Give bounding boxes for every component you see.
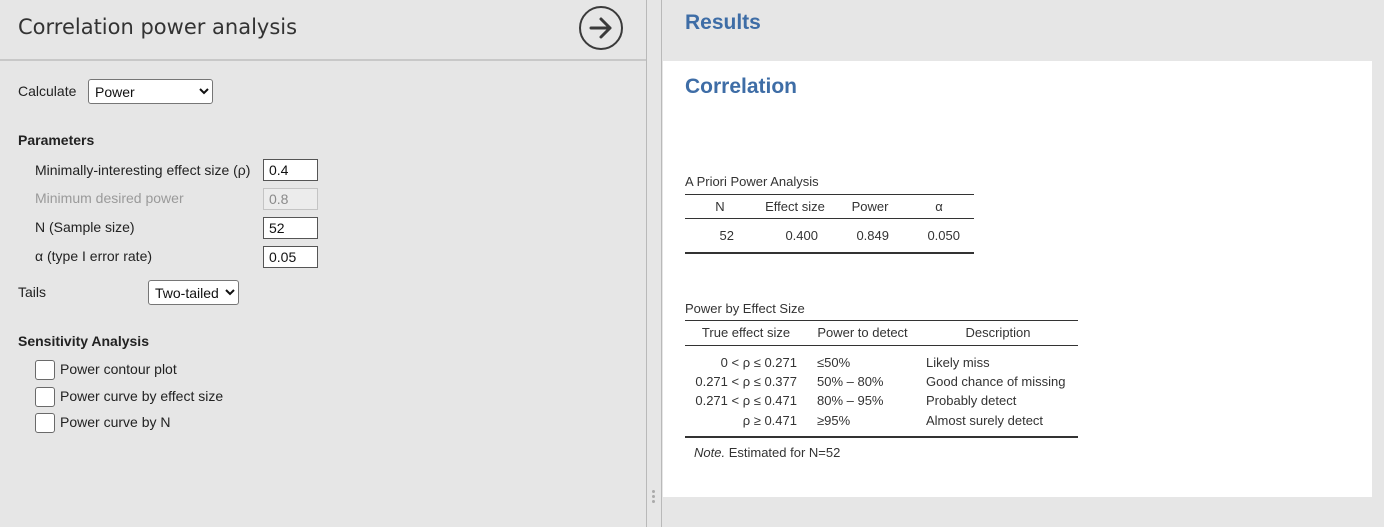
- results-title: Results: [685, 11, 761, 34]
- row-power-range: ≥95%: [817, 413, 851, 428]
- apriori-cell-effect-size: 0.400: [785, 228, 818, 243]
- power-contour-label: Power contour plot: [60, 361, 177, 377]
- options-header: Correlation power analysis: [0, 0, 646, 61]
- alpha-input[interactable]: [263, 246, 318, 268]
- options-panel: Correlation power analysis Calculate NPo…: [0, 0, 646, 527]
- apriori-header-n: N: [715, 199, 725, 214]
- row-power-range: 50% – 80%: [817, 374, 884, 389]
- apriori-cell-n: 52: [719, 228, 734, 243]
- apriori-header-alpha: α: [935, 199, 943, 214]
- note-label: Note.: [694, 445, 726, 460]
- sample-size-input[interactable]: [263, 217, 318, 239]
- power-by-effect-bottom-rule: [685, 436, 1078, 438]
- power-curve-n-checkbox[interactable]: [35, 413, 55, 433]
- min-power-input: [263, 188, 318, 210]
- power-contour-checkbox[interactable]: [35, 360, 55, 380]
- apriori-header-rule: [685, 218, 974, 219]
- row-description: Almost surely detect: [926, 413, 1044, 428]
- effect-size-input[interactable]: [263, 159, 318, 181]
- panel-title: Correlation power analysis: [18, 15, 298, 39]
- section-title: Correlation: [685, 75, 798, 98]
- arrow-right-circle-icon: [589, 17, 612, 39]
- apriori-cell-power: 0.849: [856, 228, 889, 243]
- results-card: Correlation A Priori Power Analysis N Ef…: [663, 61, 1372, 497]
- apriori-top-rule: [685, 194, 974, 195]
- note-text: Estimated for N=52: [728, 445, 841, 460]
- table-note: Note. Estimated for N=52: [694, 445, 840, 460]
- tails-label: Tails: [18, 284, 47, 300]
- calculate-label: Calculate: [18, 83, 77, 99]
- apriori-bottom-rule: [685, 252, 974, 254]
- row-effect-range: ρ ≥ 0.471: [742, 413, 797, 428]
- power-by-effect-header-rule: [685, 345, 1078, 346]
- apriori-table-title: A Priori Power Analysis: [685, 174, 819, 189]
- parameters-heading: Parameters: [18, 132, 95, 148]
- row-description: Likely miss: [926, 355, 990, 370]
- header-power-to-detect: Power to detect: [817, 325, 908, 340]
- row-power-range: 80% – 95%: [817, 393, 884, 408]
- sample-size-label: N (Sample size): [35, 219, 135, 235]
- tails-select[interactable]: Two-tailedOne-tailed: [148, 280, 239, 305]
- calculate-select[interactable]: NPowerEffect size: [88, 79, 213, 104]
- alpha-label: α (type I error rate): [35, 248, 153, 264]
- apriori-header-effect-size: Effect size: [765, 199, 825, 214]
- sensitivity-heading: Sensitivity Analysis: [18, 333, 149, 349]
- apriori-header-power: Power: [851, 199, 889, 214]
- panel-resize-divider[interactable]: [646, 0, 662, 527]
- row-description: Probably detect: [926, 393, 1017, 408]
- power-by-effect-top-rule: [685, 320, 1078, 321]
- row-description: Good chance of missing: [926, 374, 1066, 389]
- row-effect-range: 0.271 < ρ ≤ 0.471: [695, 393, 797, 408]
- header-description: Description: [965, 325, 1031, 340]
- power-by-effect-title: Power by Effect Size: [685, 301, 805, 316]
- drag-handle-icon: [652, 490, 656, 505]
- effect-size-label: Minimally-interesting effect size (ρ): [35, 162, 251, 178]
- row-effect-range: 0 < ρ ≤ 0.271: [720, 355, 797, 370]
- power-curve-n-label: Power curve by N: [60, 414, 171, 430]
- row-effect-range: 0.271 < ρ ≤ 0.377: [695, 374, 797, 389]
- header-true-effect-size: True effect size: [701, 325, 791, 340]
- apriori-cell-alpha: 0.050: [927, 228, 960, 243]
- min-power-label: Minimum desired power: [35, 190, 184, 206]
- power-curve-effect-label: Power curve by effect size: [60, 388, 224, 404]
- run-analysis-button[interactable]: [579, 6, 623, 50]
- row-power-range: ≤50%: [817, 355, 851, 370]
- power-curve-effect-checkbox[interactable]: [35, 387, 55, 407]
